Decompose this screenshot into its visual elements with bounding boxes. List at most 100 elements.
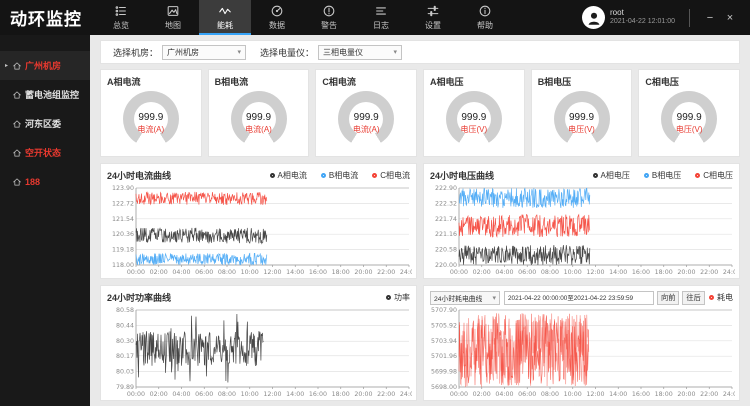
room-select[interactable]: 广州机房 ▾ xyxy=(162,45,246,60)
gauge-value: 999.9 xyxy=(677,112,702,123)
svg-text:08:00: 08:00 xyxy=(541,391,559,398)
nav-item-alert[interactable]: 警告 xyxy=(303,0,355,35)
svg-text:5698.00: 5698.00 xyxy=(431,384,457,391)
legend-item-0-1[interactable]: B相电流 xyxy=(321,170,358,181)
nav-item-label: 数据 xyxy=(269,20,285,31)
legend-marker-icon xyxy=(386,295,391,300)
svg-text:16:00: 16:00 xyxy=(632,269,650,276)
legend-item-1-0[interactable]: A相电压 xyxy=(593,170,630,181)
svg-text:10:00: 10:00 xyxy=(564,269,582,276)
help-icon xyxy=(478,4,492,18)
svg-text:04:00: 04:00 xyxy=(172,269,190,276)
svg-text:80.58: 80.58 xyxy=(116,307,134,314)
svg-text:08:00: 08:00 xyxy=(218,391,236,398)
nav-item-help[interactable]: 帮助 xyxy=(459,0,511,35)
svg-text:12:00: 12:00 xyxy=(263,269,281,276)
legend-item-0-2[interactable]: C相电流 xyxy=(372,170,410,181)
close-button[interactable]: × xyxy=(720,8,740,28)
chart-grid: 24小时电流曲线A相电流B相电流C相电流123.90122.72121.5412… xyxy=(100,163,740,401)
legend-item-2-0[interactable]: 功率 xyxy=(386,292,410,303)
avatar[interactable] xyxy=(582,6,605,29)
nav-item-overview[interactable]: 总览 xyxy=(95,0,147,35)
svg-text:18:00: 18:00 xyxy=(655,391,673,398)
svg-text:120.36: 120.36 xyxy=(112,231,134,238)
sidebar-item-3[interactable]: ▸空开状态 xyxy=(0,138,90,167)
legend-item-3-0[interactable]: 耗电 xyxy=(709,292,733,303)
svg-text:22:00: 22:00 xyxy=(700,391,718,398)
minimize-button[interactable]: − xyxy=(700,8,720,28)
svg-text:80.17: 80.17 xyxy=(116,353,134,360)
gauge-card-2: C相电流999.9电流(A) xyxy=(315,69,417,157)
home-icon xyxy=(12,148,22,158)
prev-button[interactable]: 向前 xyxy=(657,291,679,305)
legend-marker-icon xyxy=(644,173,649,178)
log-icon xyxy=(374,4,388,18)
legend-item-1-1[interactable]: B相电压 xyxy=(644,170,681,181)
user-name: root xyxy=(610,8,675,18)
sidebar-item-0[interactable]: ▸广州机房 xyxy=(0,51,90,80)
legend-marker-icon xyxy=(709,295,714,300)
gauge-value: 999.9 xyxy=(461,112,486,123)
chart-canvas-2: 80.5880.4480.3080.1780.0379.8900:0002:00… xyxy=(107,306,412,398)
legend-item-1-2[interactable]: C相电压 xyxy=(695,170,733,181)
svg-text:06:00: 06:00 xyxy=(195,269,213,276)
gauge-value: 999.9 xyxy=(569,112,594,123)
window-body: ▸广州机房▸蓄电池组监控▸河东区委▸空开状态▸188 选择机房： 广州机房 ▾ … xyxy=(0,35,750,406)
topbar-right: root 2021-04-22 12:01:00 − × xyxy=(582,0,750,35)
nav-item-label: 总览 xyxy=(113,20,129,31)
svg-text:80.03: 80.03 xyxy=(116,368,134,375)
legend-label: B相电压 xyxy=(652,170,681,181)
svg-text:06:00: 06:00 xyxy=(195,391,213,398)
legend-label: C相电压 xyxy=(703,170,733,181)
svg-text:12:00: 12:00 xyxy=(586,269,604,276)
sidebar: ▸广州机房▸蓄电池组监控▸河东区委▸空开状态▸188 xyxy=(0,35,90,406)
nav-item-data[interactable]: 数据 xyxy=(251,0,303,35)
svg-text:5703.94: 5703.94 xyxy=(431,338,457,345)
svg-text:20:00: 20:00 xyxy=(354,269,372,276)
topbar: 动环监控 总览 地图能耗数据 警告日志设置帮助 root 2021-04-22 12… xyxy=(0,0,750,35)
sidebar-item-label: 188 xyxy=(25,177,40,187)
svg-text:24:00: 24:00 xyxy=(400,391,412,398)
legend-label: 功率 xyxy=(394,292,410,303)
svg-text:220.58: 220.58 xyxy=(435,247,457,254)
svg-text:121.54: 121.54 xyxy=(112,216,134,223)
svg-text:14:00: 14:00 xyxy=(609,391,627,398)
svg-text:12:00: 12:00 xyxy=(586,391,604,398)
app-window: 动环监控 总览 地图能耗数据 警告日志设置帮助 root 2021-04-22 12… xyxy=(0,0,750,406)
overview-icon xyxy=(114,4,128,18)
user-info: root 2021-04-22 12:01:00 xyxy=(610,8,675,27)
nav-item-map[interactable]: 地图 xyxy=(147,0,199,35)
nav-item-log[interactable]: 日志 xyxy=(355,0,407,35)
sidebar-item-2[interactable]: ▸河东区委 xyxy=(0,109,90,138)
svg-text:16:00: 16:00 xyxy=(309,391,327,398)
legend-label: 耗电 xyxy=(717,292,733,303)
svg-text:04:00: 04:00 xyxy=(172,391,190,398)
meter-select[interactable]: 三相电量仪 ▾ xyxy=(318,45,402,60)
svg-text:10:00: 10:00 xyxy=(241,269,259,276)
nav-item-settings[interactable]: 设置 xyxy=(407,0,459,35)
legend-item-0-0[interactable]: A相电流 xyxy=(270,170,307,181)
chart-canvas-0: 123.90122.72121.54120.36119.18118.0000:0… xyxy=(107,184,412,276)
nav-item-label: 帮助 xyxy=(477,20,493,31)
svg-text:14:00: 14:00 xyxy=(286,269,304,276)
sidebar-item-1[interactable]: ▸蓄电池组监控 xyxy=(0,80,90,109)
next-button[interactable]: 往后 xyxy=(682,291,704,305)
chart-legend: 功率 xyxy=(386,292,410,303)
chart-canvas-3: 5707.905705.925703.945701.965699.985698.… xyxy=(430,306,735,398)
svg-text:16:00: 16:00 xyxy=(309,269,327,276)
gauge-dial: 999.9电流(A) xyxy=(338,91,394,147)
filter-panel: 选择机房： 广州机房 ▾ 选择电量仪： 三相电量仪 ▾ xyxy=(100,40,740,64)
date-range-input[interactable] xyxy=(504,291,654,305)
svg-text:04:00: 04:00 xyxy=(495,269,513,276)
curve-type-select[interactable]: 24小时耗电曲线▾ xyxy=(430,291,500,305)
gauge-unit: 电流(A) xyxy=(245,124,272,135)
svg-text:08:00: 08:00 xyxy=(541,269,559,276)
gauge-title: A相电压 xyxy=(430,75,518,88)
sidebar-item-4[interactable]: ▸188 xyxy=(0,167,90,196)
meter-select-label: 选择电量仪： xyxy=(260,46,314,59)
nav-item-energy[interactable]: 能耗 xyxy=(199,0,251,35)
chart-legend: A相电流 B相电流 C相电流 xyxy=(270,170,410,181)
svg-text:24:00: 24:00 xyxy=(723,269,735,276)
room-select-value: 广州机房 xyxy=(167,47,199,58)
app-title: 动环监控 xyxy=(0,0,95,35)
